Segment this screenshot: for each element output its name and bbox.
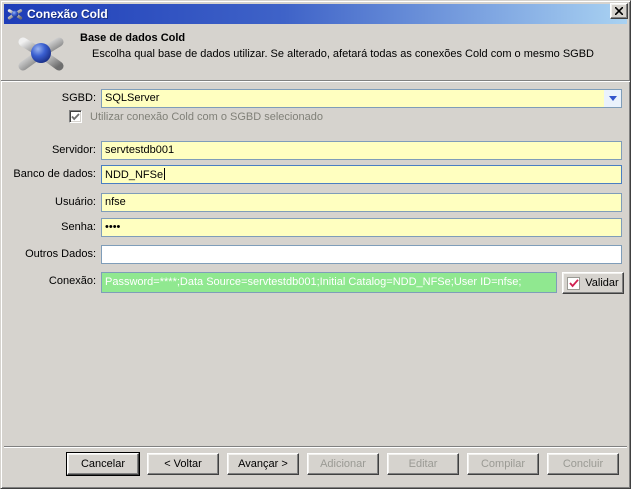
senha-label: Senha: <box>61 221 96 233</box>
header-description: Escolha qual base de dados utilizar. Se … <box>92 48 595 60</box>
footer-button-bar: Cancelar < Voltar Avançar > Adicionar Ed… <box>66 452 619 476</box>
sgbd-label: SGBD: <box>61 92 96 104</box>
outros-dados-input[interactable] <box>101 245 622 264</box>
servidor-value: servtestdb001 <box>105 144 175 156</box>
servidor-label: Servidor: <box>51 144 96 156</box>
close-icon <box>615 7 623 15</box>
conexao-string-value: Password=****;Data Source=servtestdb001;… <box>105 276 522 288</box>
compilar-button: Compilar <box>467 453 539 475</box>
footer-separator <box>4 446 627 448</box>
sgbd-combobox[interactable]: SQLServer <box>101 89 622 108</box>
banco-de-dados-value: NDD_NFSe <box>105 169 164 181</box>
chevron-down-icon <box>608 96 617 101</box>
cancelar-button[interactable]: Cancelar <box>66 452 140 476</box>
adicionar-button: Adicionar <box>307 453 379 475</box>
sgbd-value: SQLServer <box>105 92 160 104</box>
avancar-button[interactable]: Avançar > <box>227 453 299 475</box>
servidor-input[interactable]: servtestdb001 <box>101 141 622 160</box>
wizard-header: Base de dados Cold Escolha qual base de … <box>4 24 627 80</box>
use-cold-checkbox[interactable] <box>69 110 82 123</box>
outros-dados-label: Outros Dados: <box>25 248 96 260</box>
validar-check-icon <box>567 276 581 290</box>
validar-button[interactable]: Validar <box>562 272 624 294</box>
window-title: Conexão Cold <box>27 7 108 21</box>
banco-de-dados-label: Banco de dados: <box>13 168 96 180</box>
usuario-label: Usuário: <box>55 196 96 208</box>
conexao-string-field: Password=****;Data Source=servtestdb001;… <box>101 272 557 293</box>
validar-button-label: Validar <box>585 277 619 289</box>
header-title: Base de dados Cold <box>80 32 186 44</box>
use-cold-checkbox-label: Utilizar conexão Cold com o SGBD selecio… <box>90 110 323 123</box>
text-caret <box>164 168 166 180</box>
usuario-input[interactable]: nfse <box>101 193 622 212</box>
banco-de-dados-input[interactable]: NDD_NFSe <box>101 165 622 184</box>
concluir-button: Concluir <box>547 453 619 475</box>
usuario-value: nfse <box>105 196 126 208</box>
senha-input[interactable]: •••• <box>101 218 622 237</box>
use-cold-checkbox-row: Utilizar conexão Cold com o SGBD selecio… <box>69 110 323 123</box>
editar-button: Editar <box>387 453 459 475</box>
check-icon <box>71 112 80 120</box>
title-bar[interactable]: Conexão Cold <box>4 4 627 24</box>
close-button[interactable] <box>610 3 628 19</box>
voltar-button[interactable]: < Voltar <box>147 453 219 475</box>
header-separator <box>1 80 630 82</box>
sgbd-dropdown-button[interactable] <box>604 90 621 107</box>
senha-masked-value: •••• <box>105 221 121 233</box>
database-jack-icon <box>18 28 64 77</box>
dialog-conexao-cold: Conexão Cold Base de dados Cold Escolha … <box>0 0 631 489</box>
window-jack-icon <box>7 6 23 22</box>
conexao-row: Password=****;Data Source=servtestdb001;… <box>1 272 630 294</box>
